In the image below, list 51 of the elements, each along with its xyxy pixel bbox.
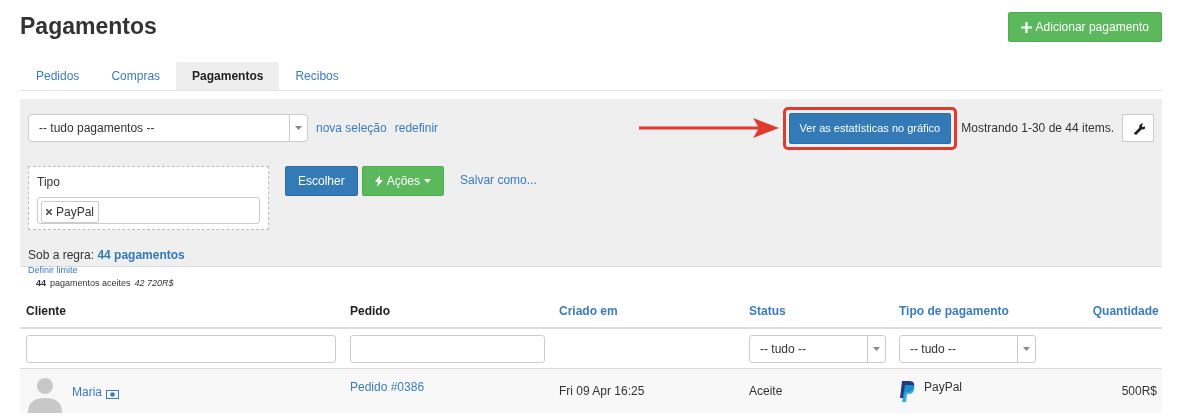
column-header: Cliente bbox=[26, 304, 66, 318]
column-header[interactable]: Tipo de pagamento bbox=[899, 304, 1009, 318]
paypal-logo-icon bbox=[899, 380, 916, 402]
close-icon[interactable] bbox=[46, 208, 52, 215]
preset-select[interactable]: -- tudo pagamentos -- bbox=[28, 114, 308, 143]
tab[interactable]: Pagamentos bbox=[176, 62, 280, 90]
summary-total: 42 720R$ bbox=[134, 277, 174, 290]
filter-input[interactable] bbox=[350, 334, 545, 363]
caret-icon bbox=[295, 126, 302, 131]
link[interactable]: redefinir bbox=[394, 119, 439, 138]
column-header: Pedido bbox=[350, 304, 390, 318]
column-header[interactable]: Criado em bbox=[559, 304, 618, 318]
filter-select[interactable]: -- tudo -- bbox=[749, 334, 886, 363]
rule-summary: Sob a regra: 44 pagamentos bbox=[28, 246, 186, 264]
caret-icon bbox=[1023, 346, 1030, 351]
summary-label: pagamentos aceites bbox=[50, 277, 131, 290]
filter-select[interactable]: -- tudo -- bbox=[899, 334, 1036, 363]
page-title: Pagamentos bbox=[20, 13, 157, 41]
payment-count: 44 bbox=[36, 277, 46, 290]
tag[interactable]: PayPal bbox=[41, 200, 100, 223]
amount-cell: 500R$ bbox=[1121, 384, 1157, 398]
settings-button[interactable] bbox=[1122, 114, 1154, 143]
actions-button[interactable]: Ações bbox=[361, 165, 445, 196]
link[interactable]: nova seleção bbox=[316, 119, 387, 138]
column-header[interactable]: Quantidade bbox=[1092, 304, 1159, 318]
filter-input[interactable] bbox=[26, 334, 336, 363]
column-header[interactable]: Status bbox=[749, 304, 786, 318]
stats-chart-button[interactable]: Ver as estatísticas no gráfico bbox=[788, 113, 952, 144]
cash-icon bbox=[106, 390, 119, 399]
tab[interactable]: Pedidos bbox=[20, 62, 96, 90]
plus-icon bbox=[1020, 21, 1032, 33]
showing-count: Mostrando 1-30 de 44 items. bbox=[961, 120, 1114, 138]
caret-icon bbox=[424, 178, 432, 183]
save-as-link[interactable]: Salvar como... bbox=[460, 170, 537, 189]
payment-type-cell-text: PayPal bbox=[924, 379, 963, 396]
add-payment-button[interactable]: Adicionar pagamento bbox=[1007, 12, 1162, 42]
choose-button[interactable]: Escolher bbox=[285, 165, 358, 196]
tag-label: PayPal bbox=[56, 203, 95, 221]
status-cell: Aceite bbox=[749, 384, 783, 398]
tab[interactable]: Recibos bbox=[279, 62, 355, 90]
tab[interactable]: Compras bbox=[95, 62, 177, 90]
caret-icon bbox=[873, 346, 880, 351]
rule-label: Tipo bbox=[37, 173, 61, 191]
avatar-icon bbox=[26, 375, 64, 413]
date-cell: Fri 09 Apr 16:25 bbox=[559, 384, 645, 398]
limit-link[interactable]: Definir limite bbox=[28, 263, 1154, 277]
wrench-icon bbox=[1131, 121, 1145, 135]
lightning-icon bbox=[374, 174, 383, 187]
client-link[interactable]: Maria bbox=[72, 383, 102, 401]
order-link[interactable]: Pedido #0386 bbox=[350, 380, 425, 394]
tag-field[interactable]: PayPal bbox=[37, 196, 260, 224]
